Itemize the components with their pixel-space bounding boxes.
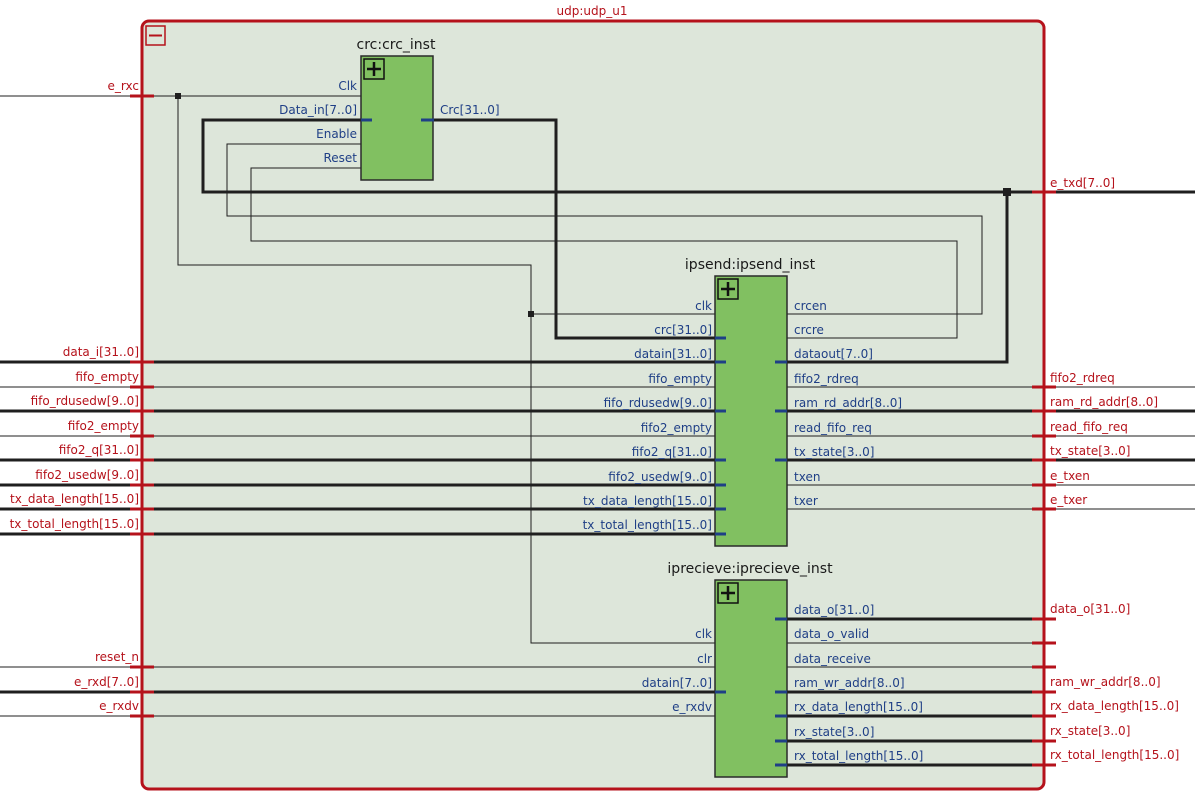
port-label-e-txen: e_txen: [1050, 469, 1090, 483]
crc-pin-data-in: Data_in[7..0]: [279, 103, 357, 117]
port-label-read-fifo-req: read_fifo_req: [1050, 420, 1128, 434]
port-label-tx-total-length: tx_total_length[15..0]: [10, 517, 139, 531]
ipsend-pin-crc: crc[31..0]: [654, 323, 712, 337]
iprecieve-pin-rx-data-length: rx_data_length[15..0]: [794, 700, 923, 714]
iprecieve-pin-data-o-valid: data_o_valid: [794, 627, 869, 641]
iprecieve-pin-datain: datain[7..0]: [642, 676, 712, 690]
iprecieve-pin-clr: clr: [697, 652, 712, 666]
right-external-wires: [1044, 190, 1195, 510]
ipsend-pin-datain: datain[31..0]: [634, 347, 712, 361]
crc-block-title: crc:crc_inst: [357, 37, 436, 53]
schematic-canvas: udp:udp_u1 crc:crc_inst ipsend:ipsend_in…: [0, 4, 1195, 791]
ipsend-pin-txen: txen: [794, 470, 820, 484]
iprecieve-pin-rx-state: rx_state[3..0]: [794, 725, 874, 739]
ipsend-pin-clk: clk: [695, 299, 712, 313]
ipsend-pin-crcre: crcre: [794, 323, 824, 337]
iprecieve-pin-clk: clk: [695, 627, 712, 641]
ipsend-pin-tx-data-length: tx_data_length[15..0]: [583, 494, 712, 508]
minus-box-icon[interactable]: [145, 25, 166, 46]
port-label-fifo2-q: fifo2_q[31..0]: [59, 443, 139, 457]
iprecieve-pin-data-receive: data_receive: [794, 652, 871, 666]
ipsend-pin-fifo2-rdreq: fifo2_rdreq: [794, 372, 859, 386]
port-label-ram-wr-addr: ram_wr_addr[8..0]: [1050, 675, 1161, 689]
ipsend-pin-fifo2-q: fifo2_q[31..0]: [632, 445, 712, 459]
port-label-data-i: data_i[31..0]: [63, 345, 139, 359]
port-label-fifo2-usedw: fifo2_usedw[9..0]: [35, 468, 139, 482]
ipsend-pin-dataout: dataout[7..0]: [794, 347, 873, 361]
plus-box-icon[interactable]: [717, 582, 739, 604]
crc-pin-clk: Clk: [338, 79, 357, 93]
udp-module-title: udp:udp_u1: [557, 4, 628, 18]
crc-pin-reset: Reset: [323, 151, 357, 165]
ipsend-pin-fifo2-empty: fifo2_empty: [641, 421, 712, 435]
port-label-fifo2-empty: fifo2_empty: [68, 419, 139, 433]
udp-module-frame[interactable]: [140, 19, 1046, 791]
outer-right-port-labels: e_txd[7..0] fifo2_rdreq ram_rd_addr[8..0…: [1050, 176, 1179, 762]
port-label-reset-n: reset_n: [95, 650, 139, 664]
iprecieve-block-title: iprecieve:iprecieve_inst: [667, 561, 833, 577]
iprecieve-pin-rx-total-length: rx_total_length[15..0]: [794, 749, 923, 763]
port-label-tx-state: tx_state[3..0]: [1050, 444, 1130, 458]
port-label-e-txer: e_txer: [1050, 493, 1087, 507]
ipsend-pin-read-fifo-req: read_fifo_req: [794, 421, 872, 435]
port-label-fifo2-rdreq: fifo2_rdreq: [1050, 371, 1115, 385]
port-label-fifo-empty: fifo_empty: [75, 370, 139, 384]
port-label-ram-rd-addr: ram_rd_addr[8..0]: [1050, 395, 1158, 409]
crc-pin-enable: Enable: [316, 127, 357, 141]
iprecieve-pin-data-o: data_o[31..0]: [794, 603, 874, 617]
ipsend-pin-txer: txer: [794, 494, 818, 508]
ipsend-pin-tx-total-length: tx_total_length[15..0]: [583, 518, 712, 532]
port-label-data-o: data_o[31..0]: [1050, 602, 1130, 616]
ipsend-pin-fifo-rdusedw: fifo_rdusedw[9..0]: [604, 396, 712, 410]
ipsend-pin-fifo2-usedw: fifo2_usedw[9..0]: [608, 470, 712, 484]
ipsend-pin-tx-state: tx_state[3..0]: [794, 445, 874, 459]
outer-left-port-labels: e_rxc data_i[31..0] fifo_empty fifo_rdus…: [10, 79, 139, 713]
port-label-fifo-rdusedw: fifo_rdusedw[9..0]: [31, 394, 139, 408]
port-label-tx-data-length: tx_data_length[15..0]: [10, 492, 139, 506]
iprecieve-block[interactable]: [714, 579, 788, 778]
port-label-e-txd: e_txd[7..0]: [1050, 176, 1115, 190]
crc-block[interactable]: [360, 55, 434, 181]
port-label-rx-data-length: rx_data_length[15..0]: [1050, 699, 1179, 713]
port-label-e-rxdv: e_rxdv: [99, 699, 139, 713]
iprecieve-pin-e-rxdv: e_rxdv: [672, 700, 712, 714]
port-label-e-rxc: e_rxc: [108, 79, 139, 93]
port-label-rx-total-length: rx_total_length[15..0]: [1050, 748, 1179, 762]
ipsend-pin-crcen: crcen: [794, 299, 827, 313]
ipsend-block-title: ipsend:ipsend_inst: [685, 257, 816, 273]
ipsend-pin-fifo-empty: fifo_empty: [648, 372, 712, 386]
plus-box-icon[interactable]: [717, 278, 739, 300]
ipsend-pin-ram-rd-addr: ram_rd_addr[8..0]: [794, 396, 902, 410]
iprecieve-pin-ram-wr-addr: ram_wr_addr[8..0]: [794, 676, 905, 690]
port-label-rx-state: rx_state[3..0]: [1050, 724, 1130, 738]
plus-box-icon[interactable]: [363, 58, 385, 80]
port-label-e-rxd: e_rxd[7..0]: [74, 675, 139, 689]
crc-pin-crc: Crc[31..0]: [440, 103, 500, 117]
